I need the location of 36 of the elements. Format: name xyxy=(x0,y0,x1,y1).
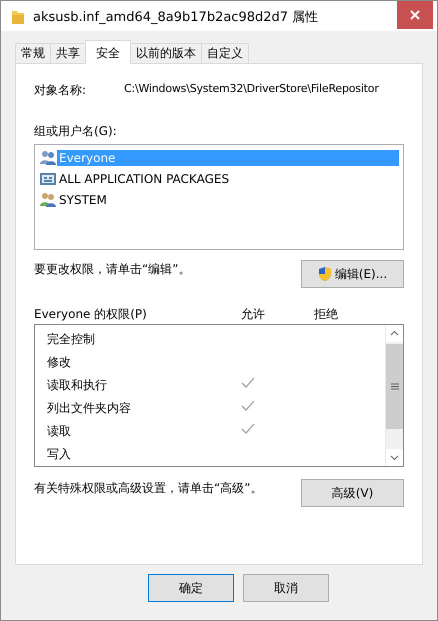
scroll-down-icon xyxy=(386,449,403,466)
hint-text: 有关特殊权限或高级设置，请单击“高级”。 xyxy=(34,480,262,497)
hint-text: 要更改权限，请单击“编辑”。 xyxy=(34,261,190,278)
package-icon xyxy=(39,170,57,186)
permission-name: 完全控制 xyxy=(47,331,96,348)
users-icon xyxy=(39,192,57,208)
permission-name: 修改 xyxy=(47,354,72,371)
tab[interactable]: 安全 xyxy=(85,40,131,64)
shield-icon xyxy=(318,266,332,282)
permission-name: 写入 xyxy=(47,446,72,463)
user-list[interactable]: Everyone ALL APPLICATION PACKAGES SYSTEM xyxy=(34,144,404,250)
tab[interactable]: 自定义 xyxy=(201,43,249,63)
scroll-up-icon xyxy=(386,325,403,342)
object-path: C:\Windows\System32\DriverStore\FileRepositor xyxy=(124,82,379,97)
folder-icon xyxy=(11,9,25,25)
permission-name: 读取和执行 xyxy=(47,377,108,394)
close-icon xyxy=(410,10,420,20)
permission-name: 列出文件夹内容 xyxy=(47,400,132,417)
field-label: 对象名称: xyxy=(34,82,88,99)
ok-button[interactable]: 确定 xyxy=(148,574,234,602)
column-header: 拒绝 xyxy=(314,306,339,323)
permissions-label: Everyone 的权限(P) xyxy=(34,306,148,323)
list-item[interactable]: ALL APPLICATION PACKAGES xyxy=(57,170,399,186)
window-title: aksusb.inf_amd64_8a9b17b2ac98d2d7 属性 xyxy=(33,9,320,26)
list-label: 组或用户名(G): xyxy=(34,123,118,140)
users-icon xyxy=(39,150,57,166)
advanced-button[interactable]: 高级(V) xyxy=(301,479,404,507)
list-item[interactable]: SYSTEM xyxy=(57,192,399,208)
close-button[interactable] xyxy=(397,1,433,29)
permission-name: 读取 xyxy=(47,423,72,440)
cancel-button[interactable]: 取消 xyxy=(243,574,329,602)
column-header: 允许 xyxy=(241,306,266,323)
grip-icon xyxy=(390,383,398,390)
scrollbar[interactable] xyxy=(385,325,403,466)
tab[interactable]: 常规 xyxy=(15,43,51,63)
edit-button[interactable]: 编辑(E)... xyxy=(301,260,404,288)
